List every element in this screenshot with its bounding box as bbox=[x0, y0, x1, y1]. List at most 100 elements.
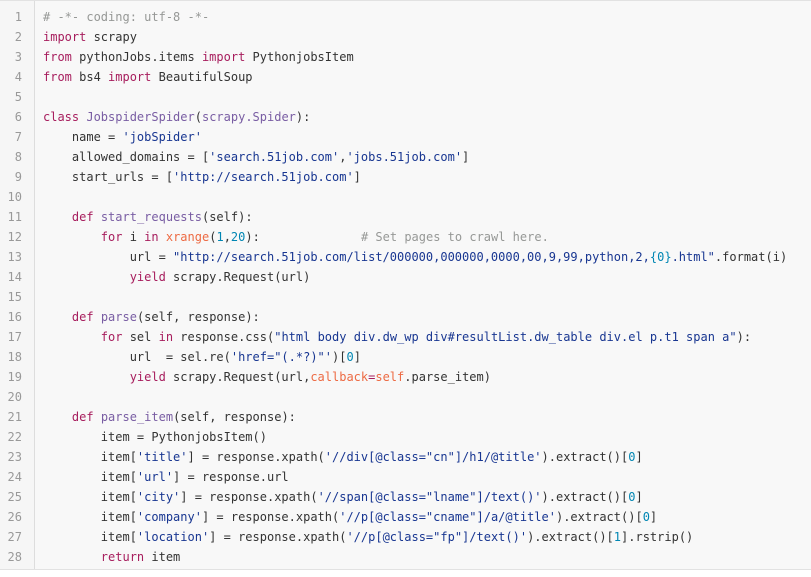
code-token: ] bbox=[649, 510, 658, 524]
code-token: 0 bbox=[346, 350, 354, 364]
code-line: 3 from pythonJobs.items import Pythonjobs… bbox=[0, 47, 811, 67]
line-number: 6 bbox=[14, 110, 22, 124]
code-token: 'jobs.51job.com' bbox=[346, 150, 463, 164]
line-number: 18 bbox=[7, 350, 22, 364]
code-token: # -*- coding: utf-8 -*- bbox=[43, 10, 210, 24]
code-token: def bbox=[71, 310, 94, 324]
code-token: from bbox=[43, 70, 72, 84]
code-token: 20 bbox=[230, 230, 246, 244]
line-number: 20 bbox=[7, 390, 22, 404]
code-token: "html body div.dw_wp div#resultList.dw_t… bbox=[274, 330, 737, 344]
code-line: 25 item['city'] = response.xpath('//span… bbox=[0, 487, 811, 507]
code-token: 'company' bbox=[136, 510, 202, 524]
code-token: , bbox=[223, 230, 231, 244]
code-text: # -*- coding: utf-8 -*- bbox=[43, 7, 209, 27]
line-number: 8 bbox=[14, 150, 22, 164]
code-text: start_urls = ['http://search.51job.com'] bbox=[43, 167, 361, 187]
code-token: ].rstrip() bbox=[621, 530, 694, 544]
code-line: 22 item = PythonjobsItem() bbox=[0, 427, 811, 447]
code-line: 6 class JobspiderSpider(scrapy.Spider): bbox=[0, 107, 811, 127]
code-line: 13 url = "http://search.51job.com/list/0… bbox=[0, 247, 811, 267]
code-token: def bbox=[71, 210, 94, 224]
code-token: ( bbox=[194, 110, 202, 124]
line-number: 3 bbox=[14, 50, 22, 64]
code-token: ] = response.url bbox=[173, 470, 289, 484]
code-token: '//div[@class="cn"]/h1/@title' bbox=[324, 450, 542, 464]
line-number: 23 bbox=[7, 450, 22, 464]
code-line: 19 yield scrapy.Request(url,callback=sel… bbox=[0, 367, 811, 387]
code-token: response.css( bbox=[173, 330, 275, 344]
line-number: 4 bbox=[14, 70, 22, 84]
code-line: 27 item['location'] = response.xpath('//… bbox=[0, 527, 811, 547]
code-lines: 1 # -*- coding: utf-8 -*- 2 import scrapy 3 f… bbox=[0, 7, 811, 567]
code-token: scrapy.Spider bbox=[201, 110, 296, 124]
code-token: def bbox=[71, 410, 94, 424]
line-number: 9 bbox=[14, 170, 22, 184]
code-token: url = sel.re( bbox=[43, 350, 231, 364]
code-token: in bbox=[158, 330, 174, 344]
code-token: 'href="(.*?)"' bbox=[230, 350, 332, 364]
line-number: 14 bbox=[7, 270, 22, 284]
line-number: 5 bbox=[14, 90, 22, 104]
code-token: ).extract()[ bbox=[541, 450, 629, 464]
line-number: 22 bbox=[7, 430, 22, 444]
line-number: 24 bbox=[7, 470, 22, 484]
code-token: bs4 bbox=[71, 70, 109, 84]
code-token: parse_item bbox=[100, 410, 174, 424]
code-token: allowed_domains = [ bbox=[43, 150, 210, 164]
code-text: item['city'] = response.xpath('//span[@c… bbox=[43, 487, 643, 507]
code-token: 'jobSpider' bbox=[122, 130, 202, 144]
code-token: name = bbox=[43, 130, 123, 144]
code-token: pythonJobs.items bbox=[71, 50, 202, 64]
code-token: import bbox=[43, 30, 87, 44]
code-token: ).extract()[ bbox=[527, 530, 614, 544]
code-editor: 1 # -*- coding: utf-8 -*- 2 import scrapy 3 f… bbox=[0, 0, 811, 577]
code-token: 1 bbox=[216, 230, 224, 244]
code-token: 'search.51job.com' bbox=[209, 150, 340, 164]
code-line: 7 name = 'jobSpider' bbox=[0, 127, 811, 147]
code-line: 26 item['company'] = response.xpath('//p… bbox=[0, 507, 811, 527]
code-token: BeautifulSoup bbox=[151, 70, 253, 84]
code-token: JobspiderSpider bbox=[86, 110, 195, 124]
code-text: for sel in response.css("html body div.d… bbox=[43, 327, 751, 347]
code-token: (self, response): bbox=[136, 310, 260, 324]
line-number: 7 bbox=[14, 130, 22, 144]
code-line: 20 bbox=[0, 387, 811, 407]
code-token: '//p[@class="fp"]/text()' bbox=[346, 530, 528, 544]
code-token: for bbox=[100, 330, 123, 344]
code-text: item = PythonjobsItem() bbox=[43, 427, 267, 447]
code-line: 4 from bs4 import BeautifulSoup bbox=[0, 67, 811, 87]
code-text: def start_requests(self): bbox=[43, 207, 253, 227]
code-token: for bbox=[100, 230, 123, 244]
code-token: i bbox=[122, 230, 145, 244]
code-token: )[ bbox=[332, 350, 347, 364]
code-token: yield bbox=[129, 370, 166, 384]
line-number: 17 bbox=[7, 330, 22, 344]
code-line: 10 bbox=[0, 187, 811, 207]
line-number: 2 bbox=[14, 30, 22, 44]
code-token: sel bbox=[122, 330, 159, 344]
code-line: 11 def start_requests(self): bbox=[0, 207, 811, 227]
code-text: allowed_domains = ['search.51job.com','j… bbox=[43, 147, 469, 167]
code-token: ).extract()[ bbox=[555, 510, 643, 524]
line-number: 27 bbox=[7, 530, 22, 544]
code-text: def parse(self, response): bbox=[43, 307, 260, 327]
code-text: yield scrapy.Request(url,callback=self.p… bbox=[43, 367, 491, 387]
line-number: 15 bbox=[7, 290, 22, 304]
line-number: 1 bbox=[14, 10, 22, 24]
code-token: ] bbox=[635, 450, 643, 464]
code-token: ] = response.xpath( bbox=[201, 510, 340, 524]
line-number: 25 bbox=[7, 490, 22, 504]
code-token: 1 bbox=[613, 530, 622, 544]
code-token: ).extract()[ bbox=[541, 490, 629, 504]
line-number: 10 bbox=[7, 190, 22, 204]
code-token: .format(i) bbox=[714, 250, 788, 264]
code-text: url = "http://search.51job.com/list/0000… bbox=[43, 247, 787, 267]
code-token: "http://search.51job.com/list/000000,000… bbox=[173, 250, 650, 264]
